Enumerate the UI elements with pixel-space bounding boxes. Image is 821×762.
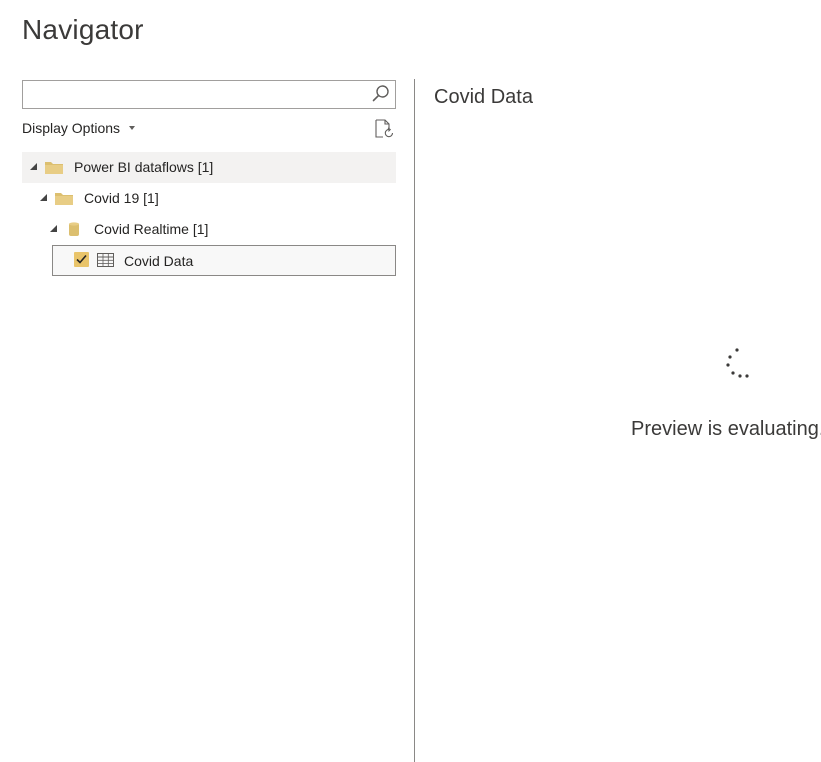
refresh-document-icon[interactable]: [373, 118, 395, 140]
folder-icon: [55, 193, 73, 205]
expand-triangle-icon[interactable]: [30, 163, 37, 170]
expand-triangle-icon[interactable]: [50, 225, 57, 232]
search-icon[interactable]: [371, 84, 391, 104]
display-options-label: Display Options: [22, 120, 121, 136]
preview-status-text: Preview is evaluating...: [631, 418, 821, 440]
tree-item-covid-data[interactable]: Covid Data: [52, 245, 396, 276]
navigator-tree: Power BI dataflows [1] Covid 19 [1] Covi…: [22, 152, 396, 276]
folder-icon: [45, 162, 63, 174]
expand-triangle-icon[interactable]: [40, 194, 47, 201]
search-box[interactable]: [22, 80, 396, 109]
panel-divider[interactable]: [414, 79, 415, 762]
tree-item-covid-realtime[interactable]: Covid Realtime [1]: [22, 214, 396, 245]
checkmark-icon: [76, 254, 87, 264]
loading-spinner-icon: [726, 348, 749, 378]
chevron-down-icon: [129, 126, 136, 130]
checkbox[interactable]: [74, 252, 89, 267]
tree-item-label: Covid Realtime [1]: [94, 221, 209, 237]
tree-item-label: Power BI dataflows [1]: [74, 159, 214, 175]
tree-item-label: Covid 19 [1]: [84, 190, 159, 206]
tree-item-power-bi-dataflows[interactable]: Power BI dataflows [1]: [22, 152, 396, 183]
database-icon: [69, 222, 79, 236]
display-options-dropdown[interactable]: Display Options: [22, 120, 136, 136]
preview-title: Covid Data: [434, 86, 533, 108]
table-icon: [97, 253, 114, 267]
tree-item-label: Covid Data: [124, 253, 194, 269]
tree-item-covid-19[interactable]: Covid 19 [1]: [22, 183, 396, 214]
navigator-title: Navigator: [22, 14, 144, 45]
search-input[interactable]: [27, 83, 361, 106]
